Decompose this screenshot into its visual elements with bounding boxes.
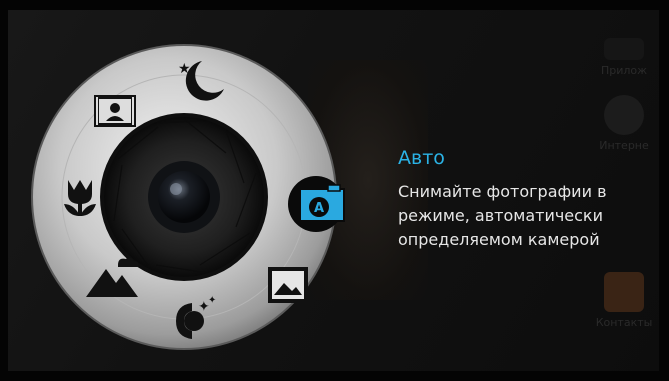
background-app-apps: Прилож <box>589 38 659 77</box>
mode-description: Снимайте фотографии в режиме, автоматиче… <box>398 180 668 252</box>
beauty-mode-icon[interactable]: ✦ ✦ <box>170 293 220 345</box>
mode-title: Авто <box>398 147 445 169</box>
portrait-mode-icon[interactable] <box>92 91 138 133</box>
landscape-mode-icon[interactable] <box>84 255 140 301</box>
background-app-internet: Интерне <box>589 95 659 152</box>
svg-text:★: ★ <box>178 61 191 77</box>
picture-mode-icon[interactable] <box>266 265 310 305</box>
svg-text:A: A <box>314 201 324 216</box>
night-mode-icon[interactable]: ★ ★ <box>172 55 228 105</box>
mode-description-line: определяемом камерой <box>398 230 600 249</box>
camera-mode-screen: Прилож Интерне Контакты ★ ★ ✦ ✦ A Авто С… <box>0 0 669 381</box>
svg-text:✦: ✦ <box>208 295 216 306</box>
background-app-contacts: Контакты <box>589 272 659 329</box>
mode-description-line: Снимайте фотографии в <box>398 182 607 201</box>
svg-text:★: ★ <box>186 78 197 92</box>
camera-mode-dial[interactable]: ★ ★ ✦ ✦ A <box>30 43 345 351</box>
macro-mode-icon[interactable] <box>60 176 100 222</box>
auto-mode-button[interactable]: A <box>286 175 356 233</box>
mode-description-line: режиме, автоматически <box>398 206 603 225</box>
